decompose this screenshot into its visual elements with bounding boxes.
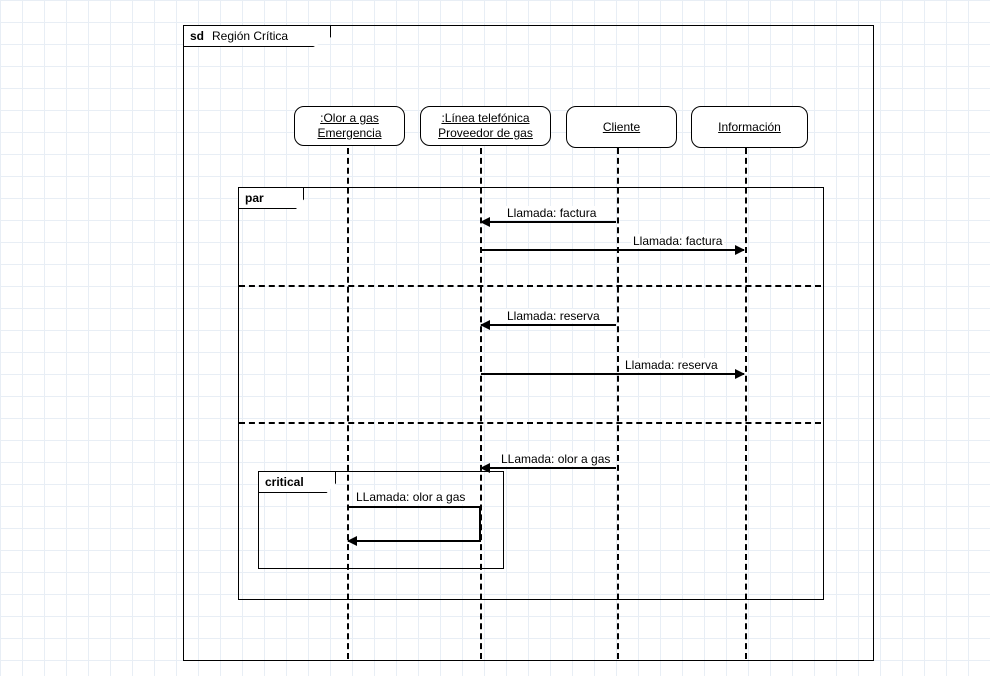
msg-llamada-factura-2: Llamada: factura xyxy=(481,249,744,251)
msg-label: Llamada: reserva xyxy=(623,358,720,372)
lifeline-head-informacion: Información xyxy=(691,106,808,148)
msg-label: Llamada: factura xyxy=(631,234,724,248)
msg-llamada-factura-1: Llamada: factura xyxy=(481,221,616,223)
lifeline-head-linea-telefonica: :Línea telefónica Proveedor de gas xyxy=(420,106,551,146)
arrowhead-left-icon xyxy=(480,320,490,330)
par-separator-1 xyxy=(239,285,821,287)
critical-label: critical xyxy=(265,475,304,489)
diagram-stage: sdRegión Crítica :Olor a gas Emergencia … xyxy=(0,0,990,676)
msg-olor-a-gas-self: LLamada: olor a gas xyxy=(348,506,481,542)
msg-llamada-reserva-1: Llamada: reserva xyxy=(481,324,616,326)
msg-label: Llamada: reserva xyxy=(505,309,602,323)
sd-prefix: sd xyxy=(190,29,204,43)
lifeline-label: :Olor a gas xyxy=(301,111,398,126)
msg-label: LLamada: olor a gas xyxy=(354,490,467,504)
arrowhead-right-icon xyxy=(735,369,745,379)
arrowhead-left-icon xyxy=(347,536,357,546)
msg-llamada-reserva-2: Llamada: reserva xyxy=(481,373,744,375)
critical-tab: critical xyxy=(258,471,336,493)
msg-olor-a-gas-in: LLamada: olor a gas xyxy=(481,467,616,469)
par-tab: par xyxy=(238,187,304,209)
lifeline-label: Proveedor de gas xyxy=(427,126,544,141)
sd-title: Región Crítica xyxy=(212,29,288,43)
lifeline-head-cliente: Cliente xyxy=(566,106,677,148)
lifeline-label: :Línea telefónica xyxy=(427,111,544,126)
msg-label: Llamada: factura xyxy=(505,206,598,220)
arrowhead-right-icon xyxy=(735,245,745,255)
arrowhead-left-icon xyxy=(480,217,490,227)
msg-label: LLamada: olor a gas xyxy=(499,452,612,466)
lifeline-label: Emergencia xyxy=(301,126,398,141)
lifeline-label: Cliente xyxy=(603,120,640,135)
par-separator-2 xyxy=(239,422,821,424)
par-label: par xyxy=(245,191,264,205)
lifeline-head-olor-a-gas: :Olor a gas Emergencia xyxy=(294,106,405,146)
lifeline-label: Información xyxy=(718,120,781,135)
sd-frame-tab: sd Región Crítica xyxy=(183,25,331,47)
